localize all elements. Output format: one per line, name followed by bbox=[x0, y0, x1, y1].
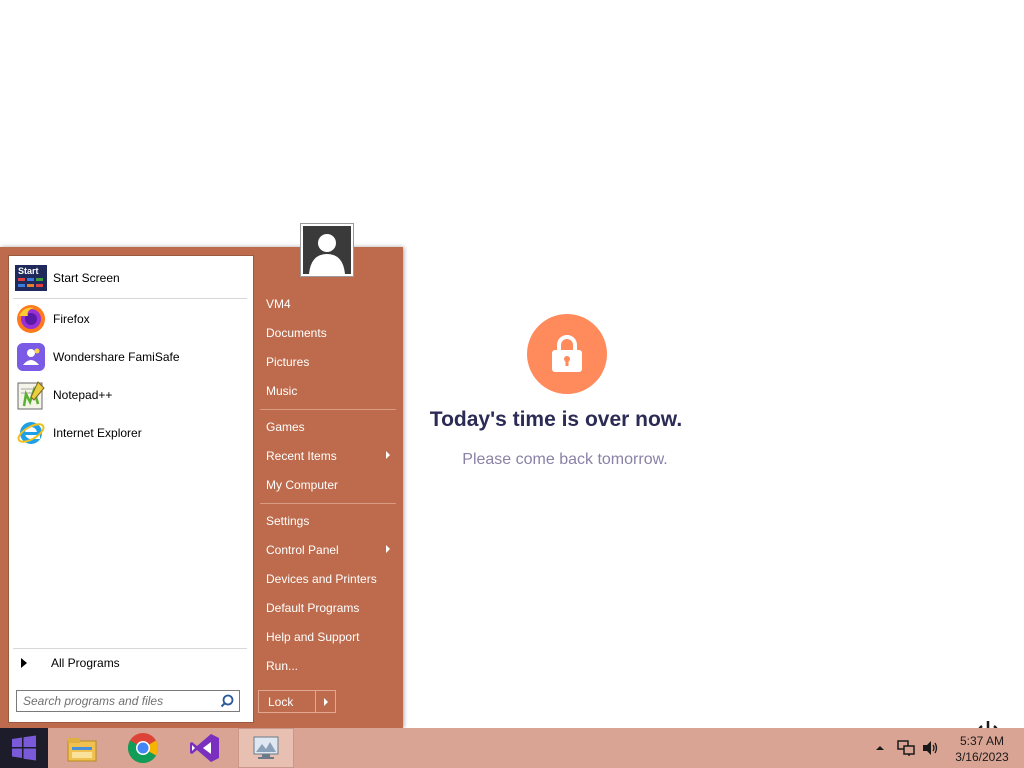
taskbar-chrome[interactable] bbox=[115, 728, 171, 768]
internet-explorer-icon bbox=[15, 417, 47, 449]
menu-documents[interactable]: Documents bbox=[258, 319, 398, 346]
clock-date: 3/16/2023 bbox=[955, 750, 1009, 764]
pinned-label: Firefox bbox=[53, 312, 90, 326]
lock-title: Today's time is over now. bbox=[429, 408, 683, 431]
pinned-start-screen[interactable]: Start Start Screen bbox=[13, 260, 249, 296]
menu-label: Help and Support bbox=[266, 629, 360, 644]
lock-button[interactable]: Lock bbox=[259, 691, 316, 712]
pinned-label: Start Screen bbox=[53, 271, 120, 285]
all-programs-label: All Programs bbox=[51, 656, 120, 670]
menu-label: Recent Items bbox=[266, 448, 337, 463]
menu-pictures[interactable]: Pictures bbox=[258, 348, 398, 375]
start-button[interactable] bbox=[0, 728, 48, 768]
menu-label: Games bbox=[266, 419, 305, 434]
menu-help-and-support[interactable]: Help and Support bbox=[258, 623, 398, 650]
user-icon bbox=[303, 226, 351, 274]
menu-label: Documents bbox=[266, 325, 327, 340]
chevron-up-icon bbox=[876, 746, 884, 750]
pinned-label: Notepad++ bbox=[53, 388, 113, 402]
search-placeholder: Search programs and files bbox=[23, 694, 164, 708]
lock-button-group: Lock bbox=[258, 690, 336, 713]
remote-desktop-icon bbox=[253, 736, 279, 759]
menu-label: Control Panel bbox=[266, 542, 339, 557]
taskbar-visual-studio[interactable] bbox=[177, 728, 233, 768]
firefox-icon bbox=[15, 303, 47, 335]
taskbar: 5:37 AM 3/16/2023 bbox=[0, 728, 1024, 768]
menu-control-panel[interactable]: Control Panel bbox=[258, 536, 398, 563]
expand-arrow-icon bbox=[21, 658, 27, 668]
pinned-label: Internet Explorer bbox=[53, 426, 142, 440]
divider bbox=[13, 648, 247, 649]
user-avatar[interactable] bbox=[300, 223, 354, 277]
notepadpp-icon bbox=[15, 379, 47, 411]
all-programs-button[interactable]: All Programs bbox=[15, 652, 247, 674]
start-screen-icon: Start bbox=[15, 262, 47, 294]
submenu-arrow-icon bbox=[386, 545, 390, 553]
network-icon bbox=[897, 740, 915, 756]
file-explorer-icon bbox=[67, 738, 97, 762]
taskbar-file-explorer[interactable] bbox=[54, 728, 110, 768]
pinned-firefox[interactable]: Firefox bbox=[13, 301, 249, 337]
padlock-icon bbox=[552, 335, 582, 372]
divider bbox=[260, 503, 396, 504]
programs-pane: Start Start Screen Firefox Wondershare F… bbox=[8, 255, 254, 723]
menu-run[interactable]: Run... bbox=[258, 652, 398, 679]
menu-label: VM4 bbox=[266, 296, 291, 311]
menu-label: Run... bbox=[266, 658, 299, 673]
chevron-right-icon bbox=[323, 697, 328, 706]
chrome-icon bbox=[127, 733, 159, 764]
pinned-internet-explorer[interactable]: Internet Explorer bbox=[13, 415, 249, 451]
famisafe-icon bbox=[15, 341, 47, 373]
lock-subtitle: Please come back tomorrow. bbox=[462, 451, 668, 468]
menu-label: Default Programs bbox=[266, 600, 360, 615]
menu-games[interactable]: Games bbox=[258, 413, 398, 440]
lock-button-label: Lock bbox=[268, 694, 294, 709]
menu-label: Devices and Printers bbox=[266, 571, 377, 586]
menu-music[interactable]: Music bbox=[258, 377, 398, 404]
network-tray-button[interactable] bbox=[897, 728, 915, 768]
menu-devices-and-printers[interactable]: Devices and Printers bbox=[258, 565, 398, 592]
visual-studio-icon bbox=[190, 734, 219, 762]
menu-label: Music bbox=[266, 383, 298, 398]
menu-vm4[interactable]: VM4 bbox=[258, 290, 398, 317]
lock-badge bbox=[527, 314, 607, 394]
taskbar-clock[interactable]: 5:37 AM 3/16/2023 bbox=[944, 733, 1020, 765]
taskbar-remote-desktop[interactable] bbox=[238, 728, 294, 768]
shutdown-options-button[interactable] bbox=[316, 691, 335, 712]
menu-label: My Computer bbox=[266, 477, 339, 492]
windows-logo-icon bbox=[12, 735, 36, 761]
pinned-famisafe[interactable]: Wondershare FamiSafe bbox=[13, 339, 249, 375]
menu-label: Settings bbox=[266, 513, 310, 528]
search-input[interactable]: Search programs and files bbox=[16, 690, 240, 712]
speaker-icon bbox=[923, 741, 938, 755]
pinned-label: Wondershare FamiSafe bbox=[53, 350, 180, 364]
start-menu: Start Start Screen Firefox Wondershare F… bbox=[0, 247, 403, 728]
divider bbox=[13, 298, 247, 299]
menu-settings[interactable]: Settings bbox=[258, 507, 398, 534]
menu-label: Pictures bbox=[266, 354, 310, 369]
clock-time: 5:37 AM bbox=[959, 734, 1005, 748]
menu-recent-items[interactable]: Recent Items bbox=[258, 442, 398, 469]
pinned-notepadpp[interactable]: Notepad++ bbox=[13, 377, 249, 413]
menu-default-programs[interactable]: Default Programs bbox=[258, 594, 398, 621]
menu-my-computer[interactable]: My Computer bbox=[258, 471, 398, 498]
volume-tray-button[interactable] bbox=[921, 728, 939, 768]
search-icon[interactable] bbox=[220, 694, 234, 708]
start-tile-text: Start bbox=[18, 266, 39, 276]
divider bbox=[260, 409, 396, 410]
submenu-arrow-icon bbox=[386, 451, 390, 459]
show-hidden-icons-button[interactable] bbox=[874, 728, 886, 768]
